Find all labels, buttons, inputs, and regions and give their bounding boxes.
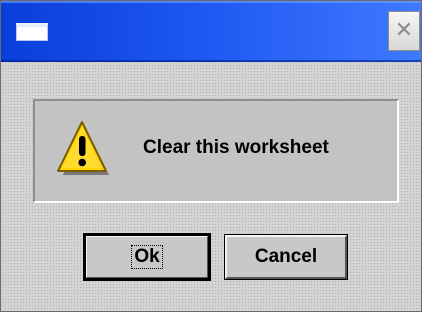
ok-button[interactable]: Ok: [83, 233, 211, 281]
ok-button-label: Ok: [131, 245, 163, 269]
dialog-window: ✕ Clear this worksheet Ok Cancel: [0, 0, 422, 312]
warning-icon: [57, 121, 109, 175]
cancel-button[interactable]: Cancel: [224, 234, 348, 280]
close-button[interactable]: ✕: [388, 11, 420, 51]
title-bar[interactable]: ✕: [1, 1, 421, 62]
message-panel: Clear this worksheet: [33, 99, 399, 203]
window-icon: [16, 23, 48, 41]
cancel-button-label: Cancel: [254, 246, 318, 267]
message-text: Clear this worksheet: [143, 137, 329, 158]
close-icon: ✕: [394, 18, 414, 43]
